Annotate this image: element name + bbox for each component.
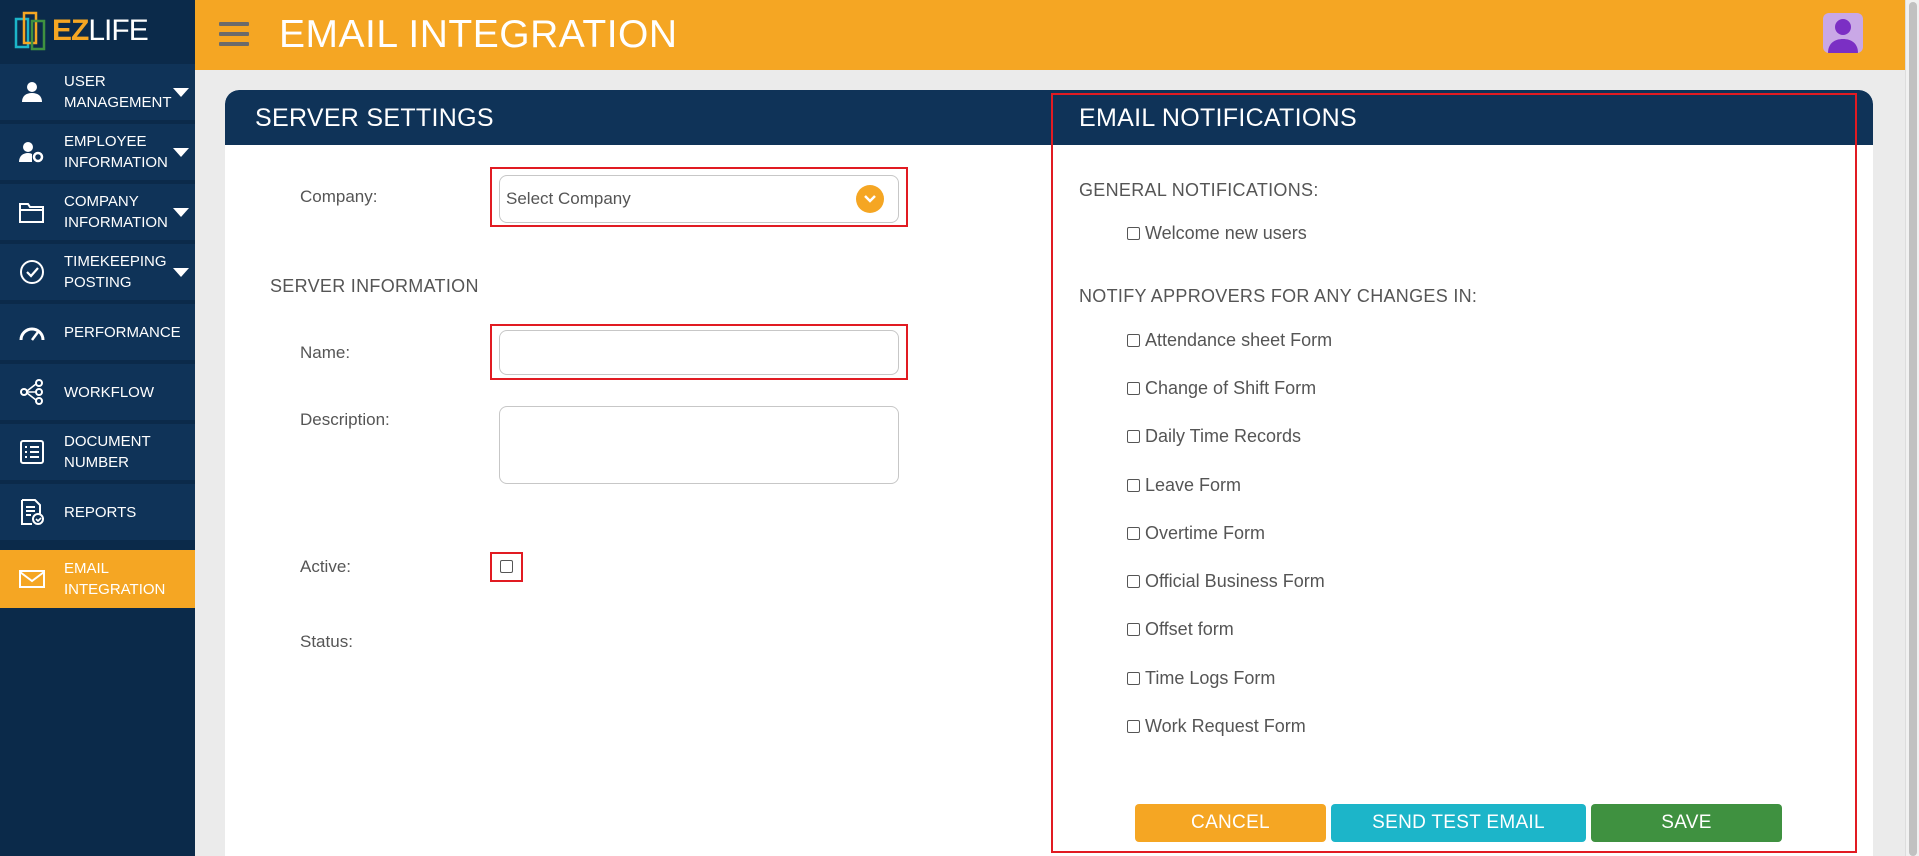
top-bar: EMAIL INTEGRATION — [195, 0, 1905, 70]
name-label: Name: — [300, 343, 351, 362]
checkbox-label: Daily Time Records — [1145, 425, 1302, 446]
checkbox-label: Change of Shift Form — [1145, 377, 1317, 398]
logo-text: EZLIFE — [52, 14, 149, 47]
folder-icon — [0, 201, 64, 223]
checkbox-time-logs-form[interactable]: Time Logs Form — [1127, 667, 1275, 689]
chevron-down-icon — [173, 87, 189, 97]
checkbox[interactable] — [1127, 478, 1140, 492]
sidebar-item-label: WORKFLOW — [64, 383, 154, 401]
page-title: EMAIL INTEGRATION — [279, 13, 678, 56]
list-icon — [0, 439, 64, 465]
user-settings-icon — [0, 140, 64, 164]
cancel-button[interactable]: CANCEL — [1135, 804, 1326, 842]
active-label: Active: — [300, 557, 352, 576]
sidebar-item-company-information[interactable]: COMPANY INFORMATION — [0, 184, 195, 242]
chevron-down-icon — [173, 207, 189, 217]
checkbox[interactable] — [1127, 429, 1140, 443]
sidebar-item-label: TIMEKEEPING POSTING — [64, 253, 167, 291]
sidebar: EZLIFE USER MANAGEMENT EMPLOYEE INFORMAT… — [0, 0, 195, 856]
speedometer-icon — [0, 322, 64, 342]
checkbox[interactable] — [1127, 671, 1140, 685]
sidebar-item-label: USER MANAGEMENT — [64, 73, 172, 111]
checkbox[interactable] — [1127, 574, 1140, 588]
sidebar-item-label: EMAIL INTEGRATION — [64, 560, 166, 598]
chevron-down-icon — [173, 267, 189, 277]
checkbox[interactable] — [1127, 381, 1140, 395]
checkbox-label: Leave Form — [1145, 474, 1242, 495]
report-icon — [0, 498, 64, 526]
sidebar-item-document-number[interactable]: DOCUMENT NUMBER — [0, 424, 195, 482]
checkbox-change-of-shift-form[interactable]: Change of Shift Form — [1127, 377, 1316, 399]
logo[interactable]: EZLIFE — [0, 0, 195, 62]
chevron-down-icon[interactable] — [856, 185, 884, 213]
sidebar-item-workflow[interactable]: WORKFLOW — [0, 364, 195, 422]
sidebar-item-performance[interactable]: PERFORMANCE — [0, 304, 195, 362]
checkbox-label: Work Request Form — [1145, 715, 1306, 736]
card-header: SERVER SETTINGS EMAIL NOTIFICATIONS — [225, 90, 1873, 145]
company-label: Company: — [300, 187, 378, 206]
server-settings-title: SERVER SETTINGS — [255, 104, 494, 132]
checkbox-work-request-form[interactable]: Work Request Form — [1127, 715, 1306, 737]
chevron-down-icon — [173, 147, 189, 157]
company-select-value: Select Company — [506, 189, 631, 208]
email-integration-card: SERVER SETTINGS EMAIL NOTIFICATIONS Comp… — [225, 90, 1873, 856]
sidebar-item-timekeeping-posting[interactable]: TIMEKEEPING POSTING — [0, 244, 195, 302]
name-input[interactable] — [499, 330, 899, 375]
email-notifications-title: EMAIL NOTIFICATIONS — [1079, 104, 1357, 132]
sidebar-item-employee-information[interactable]: EMPLOYEE INFORMATION — [0, 124, 195, 182]
sidebar-item-label: EMPLOYEE INFORMATION — [64, 133, 168, 171]
sidebar-item-email-integration[interactable]: EMAIL INTEGRATION — [0, 550, 195, 610]
checkbox-label: Overtime Form — [1145, 522, 1266, 543]
checkbox-welcome-new-users[interactable]: Welcome new users — [1127, 222, 1307, 244]
user-icon — [0, 80, 64, 104]
hamburger-menu-icon[interactable] — [219, 22, 249, 46]
checkbox[interactable] — [1127, 719, 1140, 733]
workflow-icon — [0, 379, 64, 405]
status-label: Status: — [300, 632, 353, 651]
mail-icon — [0, 569, 64, 589]
scroll-thumb[interactable] — [1909, 2, 1917, 856]
checkbox[interactable] — [1127, 622, 1140, 636]
checkbox[interactable] — [1127, 333, 1140, 347]
checkbox[interactable] — [1127, 526, 1140, 540]
save-button[interactable]: SAVE — [1591, 804, 1782, 842]
send-test-email-button[interactable]: SEND TEST EMAIL — [1331, 804, 1586, 842]
general-notifications-title: GENERAL NOTIFICATIONS: — [1079, 180, 1319, 200]
checkbox-offset-form[interactable]: Offset form — [1127, 618, 1234, 640]
page-scrollbar[interactable] — [1905, 0, 1919, 856]
checkbox-label: Welcome new users — [1145, 222, 1307, 243]
checkbox-leave-form[interactable]: Leave Form — [1127, 474, 1241, 496]
sidebar-item-label: REPORTS — [64, 503, 137, 521]
checkbox-daily-time-records[interactable]: Daily Time Records — [1127, 425, 1301, 447]
checkbox-label: Attendance sheet Form — [1145, 329, 1333, 350]
sidebar-item-user-management[interactable]: USER MANAGEMENT — [0, 64, 195, 122]
checkbox-label: Official Business Form — [1145, 570, 1325, 591]
active-checkbox[interactable] — [500, 560, 513, 573]
notify-approvers-title: NOTIFY APPROVERS FOR ANY CHANGES IN: — [1079, 286, 1478, 306]
description-textarea[interactable] — [499, 406, 899, 484]
checkbox-overtime-form[interactable]: Overtime Form — [1127, 522, 1265, 544]
sidebar-item-label: PERFORMANCE — [64, 323, 181, 341]
checkbox[interactable] — [1127, 226, 1140, 240]
checkbox-label: Time Logs Form — [1145, 667, 1276, 688]
description-label: Description: — [300, 410, 390, 429]
sidebar-item-label: COMPANY INFORMATION — [64, 193, 168, 231]
sidebar-item-reports[interactable]: REPORTS — [0, 484, 195, 542]
checkbox-attendance-sheet-form[interactable]: Attendance sheet Form — [1127, 329, 1332, 351]
server-information-title: SERVER INFORMATION — [270, 276, 479, 296]
avatar[interactable] — [1823, 13, 1863, 53]
company-select[interactable]: Select Company — [499, 175, 899, 223]
checkbox-label: Offset form — [1145, 618, 1234, 639]
logo-mark-icon — [14, 9, 48, 53]
check-circle-icon — [0, 259, 64, 285]
sidebar-item-label: DOCUMENT NUMBER — [64, 433, 151, 471]
checkbox-official-business-form[interactable]: Official Business Form — [1127, 570, 1325, 592]
